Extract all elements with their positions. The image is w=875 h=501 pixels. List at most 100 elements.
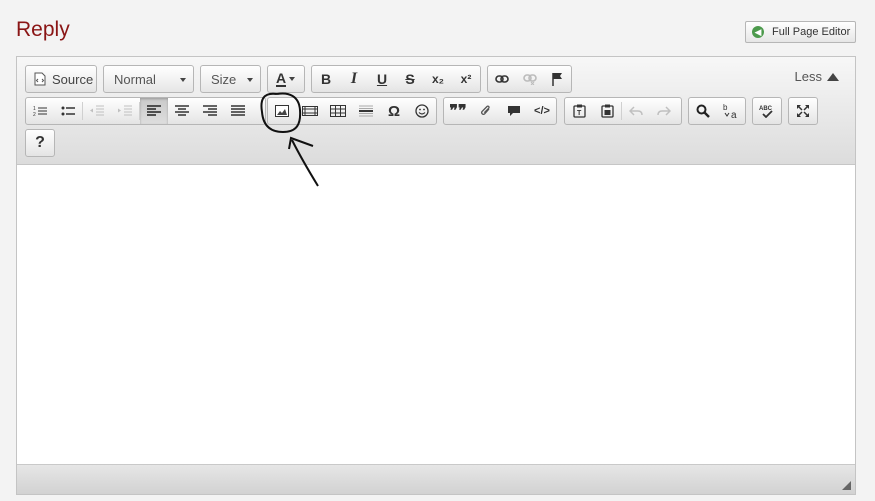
undo-icon [629,105,643,117]
svg-text:ABC: ABC [759,106,773,112]
paste-text-button[interactable]: T [565,98,593,124]
replace-icon: ba [723,103,739,119]
horizontal-rule-button[interactable] [352,98,380,124]
help-button[interactable]: ? [26,130,54,156]
comment-button[interactable] [500,98,528,124]
text-color-icon: A [276,70,287,87]
bulleted-list-icon [61,105,75,117]
subscript-button[interactable]: x₂ [424,66,452,92]
comment-icon [507,105,521,117]
spellcheck-button[interactable]: ABC [753,98,781,124]
anchor-flag-icon [551,72,563,86]
justify-button[interactable] [224,98,252,124]
indent-icon [118,105,132,117]
size-select[interactable]: Size [200,65,261,93]
document-icon [34,72,46,86]
basic-styles-group: B I U S x₂ x² [311,65,481,93]
chevron-down-icon [247,78,253,82]
links-group [487,65,572,93]
superscript-button[interactable]: x² [452,66,480,92]
indent-button[interactable] [111,98,139,124]
replace-button[interactable]: ba [717,98,745,124]
smiley-icon [415,104,429,118]
smiley-button[interactable] [408,98,436,124]
numbered-list-icon: 12 [33,105,47,117]
flash-button[interactable] [296,98,324,124]
superscript-icon: x² [460,72,472,86]
insert-group: Ω [267,97,437,125]
paste-word-icon [600,104,614,118]
page-title: Reply [16,18,70,41]
triangle-up-icon [827,72,839,81]
anchor-button[interactable] [543,66,571,92]
clipboard-group: T [564,97,682,125]
align-left-button[interactable] [140,98,168,124]
paste-word-button[interactable] [593,98,621,124]
question-icon: ? [35,134,45,151]
special-char-button[interactable]: Ω [380,98,408,124]
align-right-icon [203,105,217,117]
find-button[interactable] [689,98,717,124]
italic-button[interactable]: I [340,66,368,92]
full-page-editor-button[interactable]: ◀ Full Page Editor [745,21,856,43]
format-select[interactable]: Normal [103,65,194,93]
editor-toolbar: Source Normal Size A B I U S x₂ x² Less … [17,57,855,165]
text-color-button[interactable]: A [267,65,305,93]
source-label: Source [52,71,94,87]
quote-icon: ❞❞ [449,103,467,120]
unlink-icon [522,73,537,85]
strikethrough-button[interactable]: S [396,66,424,92]
chevron-down-icon [180,78,186,82]
full-page-editor-label: Full Page Editor [772,26,851,38]
outdent-icon [90,105,104,117]
code-button[interactable]: </> [528,98,556,124]
bold-button[interactable]: B [312,66,340,92]
redo-button[interactable] [650,98,678,124]
svg-text:T: T [577,110,582,117]
image-button[interactable] [268,98,296,124]
unlink-button[interactable] [516,66,544,92]
blockquote-button[interactable]: ❞❞ [444,98,472,124]
table-icon [330,105,346,117]
link-icon [495,74,509,84]
bold-icon: B [320,71,332,87]
strikethrough-icon: S [405,71,415,87]
paragraph-group: 12 [25,97,266,125]
paste-text-icon: T [572,104,586,118]
maximize-icon [796,104,810,118]
resize-handle-icon[interactable] [842,481,851,490]
underline-button[interactable]: U [368,66,396,92]
maximize-button[interactable] [789,98,817,124]
align-right-button[interactable] [196,98,224,124]
align-center-icon [175,105,189,117]
table-button[interactable] [324,98,352,124]
omega-icon: Ω [387,102,401,120]
outdent-button[interactable] [83,98,111,124]
less-label: Less [794,69,822,84]
align-center-button[interactable] [168,98,196,124]
image-icon [275,105,289,117]
editor-content-area[interactable] [17,165,855,465]
redo-icon [657,105,671,117]
undo-button[interactable] [622,98,650,124]
numbered-list-button[interactable]: 12 [26,98,54,124]
svg-text:2: 2 [33,112,36,117]
maximize-group [788,97,818,125]
format-value: Normal [114,71,156,87]
blocks-group: ❞❞ </> [443,97,557,125]
svg-text:a: a [731,110,737,119]
attachment-button[interactable] [472,98,500,124]
source-button[interactable]: Source [25,65,97,93]
link-button[interactable] [488,66,516,92]
size-value: Size [211,71,237,87]
rich-text-editor: Source Normal Size A B I U S x₂ x² Less … [16,56,856,495]
svg-text:b: b [723,103,728,112]
justify-icon [231,105,245,117]
horizontal-rule-icon [359,105,373,117]
underline-icon: U [376,71,388,87]
subscript-icon: x₂ [431,72,444,86]
spellcheck-icon: ABC [759,104,775,118]
less-toggle[interactable]: Less [795,69,839,84]
search-icon [696,104,710,118]
bulleted-list-button[interactable] [54,98,82,124]
